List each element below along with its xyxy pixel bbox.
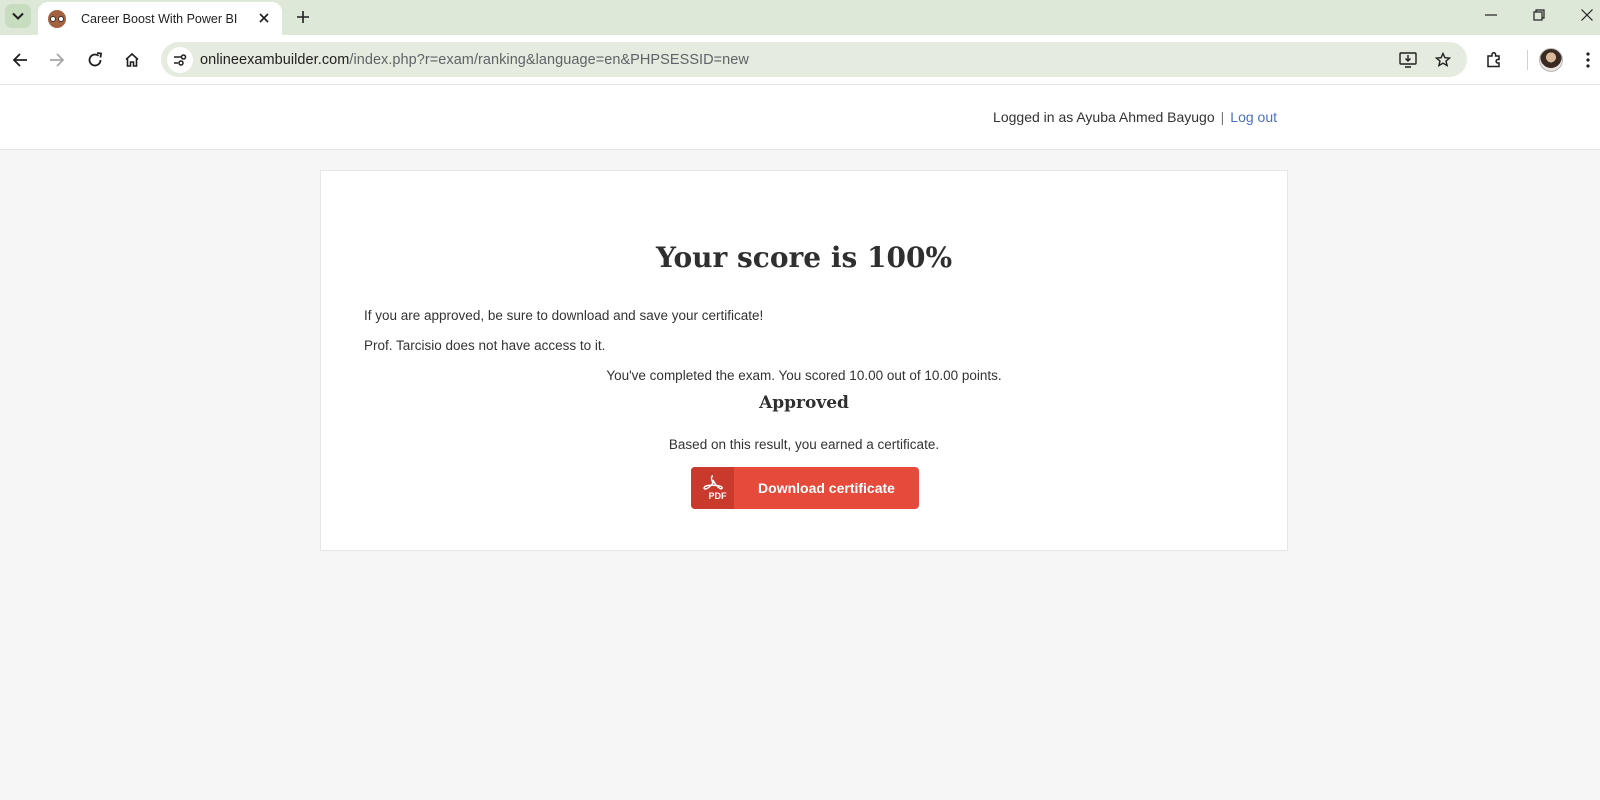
close-window-icon[interactable] xyxy=(1572,4,1600,26)
site-info-icon[interactable] xyxy=(167,47,193,73)
advice-line-1: If you are approved, be sure to download… xyxy=(364,308,764,323)
url-text[interactable]: onlineexambuilder.com/index.php?r=exam/r… xyxy=(200,52,749,68)
back-icon[interactable] xyxy=(8,48,32,72)
minimize-icon[interactable] xyxy=(1476,4,1506,26)
toolbar-separator xyxy=(1527,50,1528,70)
logged-in-text: Logged in as Ayuba Ahmed Bayugo xyxy=(993,109,1215,125)
result-card: Your score is 100% If you are approved, … xyxy=(320,170,1288,551)
score-heading: Your score is 100% xyxy=(655,241,953,274)
reload-icon[interactable] xyxy=(83,48,107,72)
url-host: onlineexambuilder.com xyxy=(200,52,350,68)
install-app-icon[interactable] xyxy=(1398,50,1418,70)
profile-avatar[interactable] xyxy=(1539,48,1563,72)
site-header: Logged in as Ayuba Ahmed Bayugo | Log out xyxy=(0,85,1600,150)
star-icon[interactable] xyxy=(1433,50,1453,70)
approved-status: Approved xyxy=(759,393,849,413)
url-path: /index.php?r=exam/ranking&language=en&PH… xyxy=(349,52,749,68)
download-certificate-button[interactable]: PDF Download certificate xyxy=(691,467,919,509)
restore-icon[interactable] xyxy=(1524,4,1554,26)
active-tab[interactable]: Career Boost With Power BI xyxy=(38,2,282,35)
browser-toolbar: onlineexambuilder.com/index.php?r=exam/r… xyxy=(0,35,1600,85)
completion-text: You've completed the exam. You scored 10… xyxy=(606,368,1002,383)
tab-favicon-icon xyxy=(48,9,66,28)
tab-title: Career Boost With Power BI xyxy=(81,11,238,26)
header-separator: | xyxy=(1220,109,1225,125)
certificate-text: Based on this result, you earned a certi… xyxy=(668,437,940,452)
pdf-badge-text: PDF xyxy=(708,491,727,501)
logout-link[interactable]: Log out xyxy=(1230,109,1277,125)
tab-search-icon[interactable] xyxy=(5,4,31,28)
login-info: Logged in as Ayuba Ahmed Bayugo | Log out xyxy=(993,109,1277,125)
home-icon[interactable] xyxy=(120,48,144,72)
forward-icon[interactable] xyxy=(45,48,69,72)
tab-close-icon[interactable] xyxy=(256,10,272,26)
menu-icon[interactable] xyxy=(1576,48,1600,72)
advice-line-2: Prof. Tarcisio does not have access to i… xyxy=(364,338,606,353)
pdf-icon: PDF xyxy=(691,467,734,509)
address-bar[interactable]: onlineexambuilder.com/index.php?r=exam/r… xyxy=(161,42,1467,77)
download-certificate-label: Download certificate xyxy=(758,480,895,496)
tab-strip: Career Boost With Power BI xyxy=(0,0,1600,35)
extensions-icon[interactable] xyxy=(1482,48,1506,72)
new-tab-icon[interactable] xyxy=(293,7,313,27)
